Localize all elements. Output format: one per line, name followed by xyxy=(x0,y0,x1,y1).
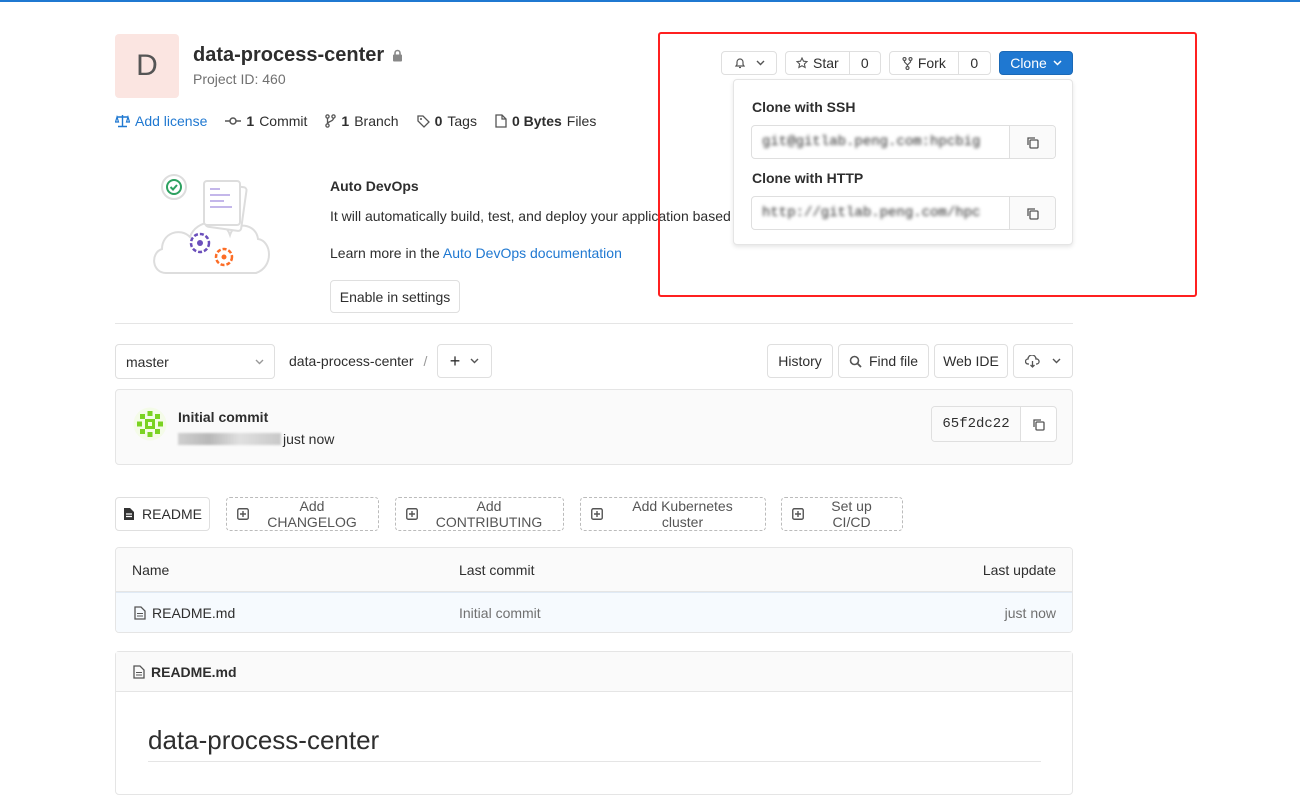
devops-learn-more: Learn more in the Auto DevOps documentat… xyxy=(330,245,622,261)
project-name: data-process-center xyxy=(193,44,385,66)
devops-title: Auto DevOps xyxy=(330,178,419,194)
readme-header: README.md xyxy=(116,652,1072,692)
file-commit-message[interactable]: Initial commit xyxy=(459,593,541,632)
commits-link[interactable]: 1 Commit xyxy=(225,113,307,129)
readme-heading-rule xyxy=(148,761,1041,762)
web-ide-button[interactable]: Web IDE xyxy=(934,344,1008,378)
tag-icon xyxy=(416,114,430,128)
add-changelog-button[interactable]: Add CHANGELOG xyxy=(226,497,379,531)
project-avatar: D xyxy=(115,34,179,98)
add-license-label: Add license xyxy=(135,113,208,129)
find-file-label: Find file xyxy=(868,353,919,369)
plus-square-icon xyxy=(237,508,249,520)
column-header-last-update: Last update xyxy=(982,561,1056,578)
file-icon xyxy=(495,114,507,128)
readme-label: README xyxy=(142,506,202,522)
project-title: data-process-center xyxy=(193,44,403,67)
tags-link[interactable]: 0 Tags xyxy=(416,113,477,129)
add-kubernetes-label: Add Kubernetes cluster xyxy=(632,498,733,530)
tags-count: 0 xyxy=(434,113,443,129)
branch-icon xyxy=(325,114,337,128)
enable-in-settings-button[interactable]: Enable in settings xyxy=(330,280,460,313)
cloud-download-icon xyxy=(1025,354,1040,368)
breadcrumb-project[interactable]: data-process-center xyxy=(289,353,414,369)
plus-square-icon xyxy=(591,508,603,520)
add-contributing-label: Add CONTRIBUTING xyxy=(435,498,543,530)
devops-learn-prefix: Learn more in the xyxy=(330,245,440,261)
files-size: 0 Bytes xyxy=(511,113,562,129)
lock-icon xyxy=(392,49,403,62)
branch-select[interactable]: master xyxy=(115,344,275,379)
add-contributing-button[interactable]: Add CONTRIBUTING xyxy=(395,497,564,531)
top-accent-bar xyxy=(0,0,1300,2)
plus-icon: + xyxy=(449,350,461,371)
setup-cicd-button[interactable]: Set up CI/CD xyxy=(781,497,903,531)
branches-link[interactable]: 1 Branch xyxy=(325,113,399,129)
commit-author-name-redacted xyxy=(178,433,281,445)
commit-author-avatar[interactable] xyxy=(133,407,167,441)
readme-heading: data-process-center xyxy=(148,725,380,755)
file-table: Name Last commit Last update README.md I… xyxy=(115,547,1073,633)
chevron-down-icon xyxy=(1052,358,1061,364)
table-row[interactable]: README.md Initial commit just now xyxy=(116,592,1072,632)
search-icon xyxy=(849,355,862,368)
commit-icon xyxy=(225,116,242,126)
copy-icon xyxy=(1032,418,1045,431)
commit-title[interactable]: Initial commit xyxy=(178,409,268,425)
column-header-name: Name xyxy=(132,561,170,578)
branches-label: Branch xyxy=(354,113,399,129)
chevron-down-icon xyxy=(255,359,264,365)
files-link[interactable]: 0 Bytes Files xyxy=(495,113,596,129)
chevron-down-icon xyxy=(470,358,479,364)
file-text-icon xyxy=(123,507,135,521)
commit-time: just now xyxy=(283,431,335,447)
scale-icon xyxy=(115,114,130,128)
branch-name: master xyxy=(126,353,169,370)
commit-sha[interactable]: 65f2dc22 xyxy=(932,407,1021,441)
file-updated-time: just now xyxy=(1004,605,1056,621)
history-button[interactable]: History xyxy=(767,344,833,378)
copy-sha-button[interactable] xyxy=(1021,407,1056,441)
readme-button[interactable]: README xyxy=(115,497,210,531)
file-text-icon xyxy=(133,664,145,679)
file-table-header: Name Last commit Last update xyxy=(116,548,1072,592)
tags-label: Tags xyxy=(447,113,477,129)
breadcrumb-separator: / xyxy=(423,353,428,369)
plus-square-icon xyxy=(406,508,418,520)
file-name: README.md xyxy=(152,605,236,621)
setup-cicd-label: Set up CI/CD xyxy=(831,498,872,530)
file-name-cell[interactable]: README.md xyxy=(134,593,236,632)
column-header-last-commit: Last commit xyxy=(459,561,535,578)
readme-panel: README.md data-process-center xyxy=(115,651,1073,795)
find-file-button[interactable]: Find file xyxy=(838,344,929,378)
readme-file-name[interactable]: README.md xyxy=(151,664,237,680)
plus-square-icon xyxy=(792,508,804,520)
breadcrumb: data-process-center / xyxy=(289,353,427,369)
download-dropdown[interactable] xyxy=(1013,344,1073,378)
devops-illustration xyxy=(148,165,272,280)
add-changelog-label: Add CHANGELOG xyxy=(267,498,357,530)
add-kubernetes-button[interactable]: Add Kubernetes cluster xyxy=(580,497,766,531)
add-file-dropdown[interactable]: + xyxy=(437,344,492,378)
devops-docs-link[interactable]: Auto DevOps documentation xyxy=(443,245,622,261)
add-license-link[interactable]: Add license xyxy=(115,113,207,129)
annotation-highlight-box xyxy=(658,32,1197,297)
project-stats: Add license 1 Commit 1 Branch 0 Tags 0 B… xyxy=(115,113,614,129)
last-commit-panel: Initial commit just now 65f2dc22 xyxy=(115,389,1073,465)
commit-sha-group: 65f2dc22 xyxy=(931,406,1057,442)
section-divider xyxy=(115,323,1073,324)
files-label: Files xyxy=(566,113,597,129)
project-id: Project ID: 460 xyxy=(193,71,286,87)
commit-meta: just now xyxy=(178,431,334,447)
commits-count: 1 xyxy=(246,113,255,129)
branches-count: 1 xyxy=(341,113,350,129)
file-text-icon xyxy=(134,606,146,620)
commits-label: Commit xyxy=(259,113,308,129)
